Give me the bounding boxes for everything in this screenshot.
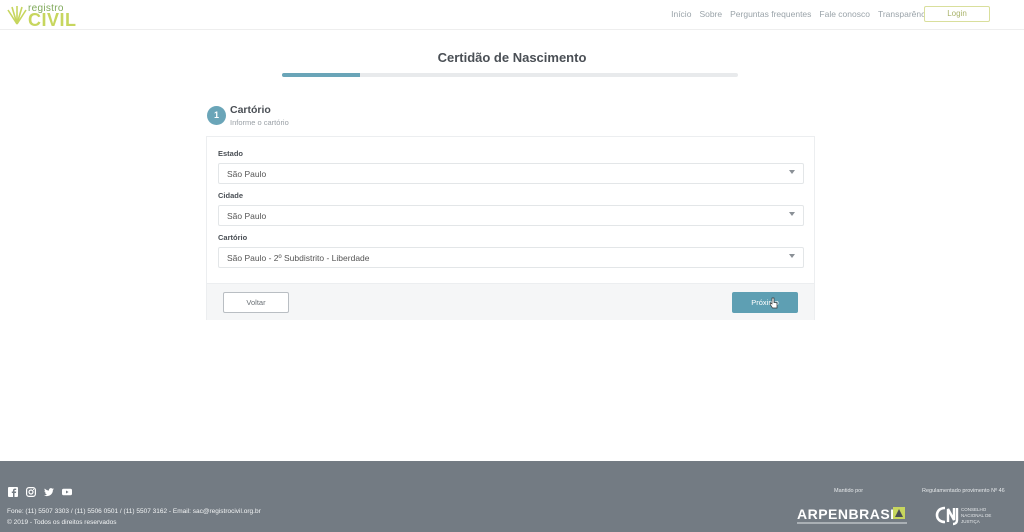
cartorio-value: São Paulo - 2º Subdistrito - Liberdade [227,253,370,263]
next-button[interactable]: Próximo [732,292,798,313]
login-button[interactable]: Login [924,6,990,22]
site-footer: Fone: (11) 5507 3303 / (11) 5506 0501 / … [0,461,1024,532]
youtube-icon[interactable] [62,487,72,497]
step-number-badge: 1 [207,106,226,125]
cidade-label: Cidade [218,191,244,200]
nav-perguntas[interactable]: Perguntas frequentes [730,9,811,19]
back-button[interactable]: Voltar [223,292,289,313]
cidade-value: São Paulo [227,211,267,221]
estado-select[interactable]: São Paulo [218,163,804,184]
contact-info: Fone: (11) 5507 3303 / (11) 5506 0501 / … [7,508,261,515]
cartorio-select[interactable]: São Paulo - 2º Subdistrito - Liberdade [218,247,804,268]
sunburst-logo-icon [7,6,27,25]
step-subtitle: Informe o cartório [230,118,289,127]
page-title: Certidão de Nascimento [437,50,587,65]
copyright: © 2019 - Todos os direitos reservados [7,519,117,526]
estado-value: São Paulo [227,169,267,179]
cnj-text: CONSELHO NACIONAL DE JUSTIÇA [961,507,992,524]
nav-sobre[interactable]: Sobre [699,9,722,19]
regulated-by-label: Regulamentado provimento Nº 46 [922,488,1005,494]
form-actions: Voltar Próximo [207,283,814,320]
chevron-down-icon [789,254,795,258]
cnj-logo-icon[interactable] [935,504,959,526]
chevron-down-icon [789,212,795,216]
nav-inicio[interactable]: Início [671,9,691,19]
step-title: Cartório [230,104,271,116]
maintained-by-label: Mantido por [834,488,864,494]
twitter-icon[interactable] [44,487,54,497]
registro-civil-logo[interactable]: registro CIVIL [6,2,77,30]
chevron-down-icon [789,170,795,174]
social-links [8,487,72,497]
form-card: Estado São Paulo Cidade São Paulo Cartór… [206,136,815,320]
cidade-select[interactable]: São Paulo [218,205,804,226]
instagram-icon[interactable] [26,487,36,497]
progress-bar [282,73,738,77]
estado-label: Estado [218,149,244,158]
facebook-icon[interactable] [8,487,18,497]
top-header: registro CIVIL Início Sobre Perguntas fr… [0,0,1024,30]
main-nav: Início Sobre Perguntas frequentes Fale c… [671,9,932,19]
cartorio-label: Cartório [218,233,248,242]
logo-big-text: CIVIL [28,10,77,30]
hand-cursor-icon [769,297,778,309]
arpen-triangle-icon [893,507,905,519]
arpen-subline [797,522,907,524]
progress-fill [282,73,360,77]
arpen-brasil-logo[interactable]: ARPENBRASIL [797,506,904,522]
nav-fale-conosco[interactable]: Fale conosco [819,9,870,19]
